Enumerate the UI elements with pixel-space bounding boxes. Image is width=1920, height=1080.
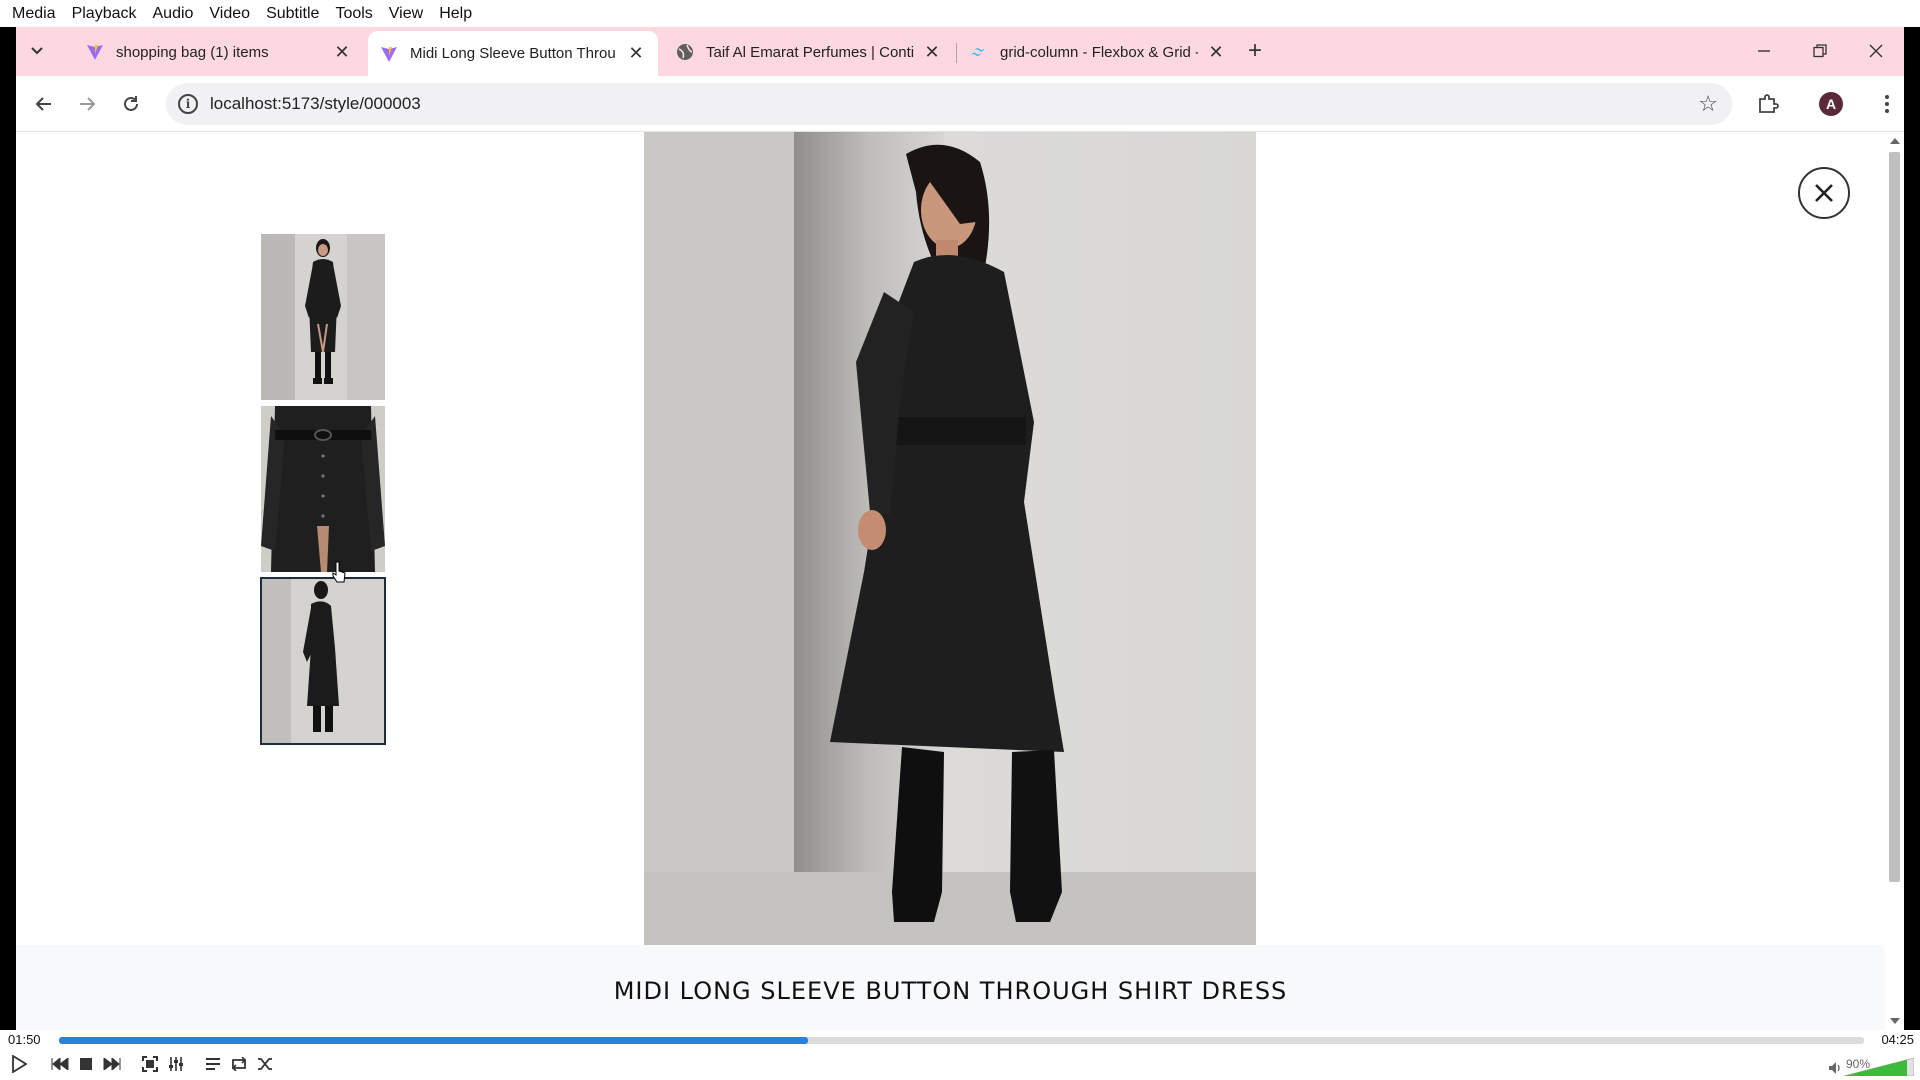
main-product-image <box>644 132 1256 945</box>
product-photo <box>261 406 385 572</box>
product-photo <box>644 132 1256 945</box>
new-tab-button[interactable]: + <box>1243 39 1267 64</box>
seek-bar-progress <box>59 1037 809 1044</box>
fullscreen-button[interactable] <box>139 1053 161 1075</box>
tailwind-icon <box>970 43 988 61</box>
player-menu-bar: Media Playback Audio Video Subtitle Tool… <box>0 0 1920 27</box>
close-icon <box>1869 44 1883 58</box>
info-icon[interactable]: i <box>178 94 198 114</box>
playlist-icon <box>206 1058 220 1070</box>
loop-button[interactable] <box>228 1053 250 1075</box>
tab-taif-perfumes[interactable]: Taif Al Emarat Perfumes | Contir ✕ <box>664 33 954 71</box>
menu-view[interactable]: View <box>381 0 431 27</box>
play-icon <box>12 1055 27 1073</box>
next-button[interactable] <box>101 1053 123 1075</box>
product-lightbox: MIDI LONG SLEEVE BUTTON THROUGH SHIRT DR… <box>16 132 1885 1030</box>
previous-button[interactable] <box>49 1053 71 1075</box>
fullscreen-icon <box>142 1056 158 1072</box>
tab-grid-column[interactable]: grid-column - Flexbox & Grid - ✕ <box>958 33 1238 71</box>
play-button[interactable] <box>6 1053 32 1075</box>
restore-icon <box>1813 44 1827 58</box>
bookmark-star-icon[interactable]: ☆ <box>1698 91 1718 117</box>
menu-tools[interactable]: Tools <box>327 0 380 27</box>
reload-icon <box>124 96 138 111</box>
menu-subtitle[interactable]: Subtitle <box>258 0 327 27</box>
arrow-left-icon <box>35 97 51 111</box>
close-icon[interactable]: ✕ <box>922 42 942 62</box>
minimize-button[interactable] <box>1752 39 1776 63</box>
close-lightbox-button[interactable] <box>1798 167 1850 219</box>
tab-search-button[interactable] <box>26 40 48 62</box>
arrow-right-icon <box>80 97 96 111</box>
reload-button[interactable] <box>117 90 145 118</box>
kebab-menu-icon <box>1885 95 1889 113</box>
seek-bar[interactable] <box>59 1037 1864 1044</box>
equalizer-icon <box>169 1057 183 1071</box>
vite-icon <box>380 45 398 63</box>
scroll-down-icon[interactable] <box>1890 1018 1900 1024</box>
globe-icon <box>676 43 694 61</box>
restore-button[interactable] <box>1808 39 1832 63</box>
window-close-button[interactable] <box>1864 39 1888 63</box>
back-button[interactable] <box>30 90 58 118</box>
time-total: 04:25 <box>1881 1032 1914 1047</box>
address-bar[interactable]: i localhost:5173/style/000003 ☆ <box>166 83 1732 125</box>
close-icon <box>1815 184 1833 202</box>
menu-playback[interactable]: Playback <box>64 0 145 27</box>
skip-forward-icon <box>103 1058 121 1070</box>
extensions-button[interactable] <box>1754 90 1782 118</box>
tab-strip: shopping bag (1) items ✕ Midi Long Sleev… <box>16 27 1904 76</box>
tab-title: Taif Al Emarat Perfumes | Contir <box>706 43 914 61</box>
skip-back-icon <box>51 1058 69 1070</box>
speaker-icon[interactable] <box>1828 1061 1842 1075</box>
browser-menu-button[interactable] <box>1873 90 1901 118</box>
scrollbar-thumb[interactable] <box>1889 152 1900 882</box>
vite-icon <box>86 43 104 61</box>
stop-button[interactable] <box>75 1053 97 1075</box>
tab-midi-dress[interactable]: Midi Long Sleeve Button Throu ✕ <box>368 31 658 76</box>
volume-slider[interactable] <box>1844 1058 1914 1076</box>
thumbnail-3[interactable] <box>260 577 386 745</box>
mouse-cursor-icon <box>332 561 346 583</box>
tab-divider <box>956 43 957 63</box>
page-scrollbar[interactable] <box>1885 132 1904 1030</box>
shuffle-button[interactable] <box>254 1053 276 1075</box>
stop-icon <box>80 1058 92 1070</box>
profile-button[interactable]: A <box>1817 90 1845 118</box>
avatar: A <box>1819 92 1843 116</box>
puzzle-icon <box>1759 94 1779 113</box>
tab-shopping-bag[interactable]: shopping bag (1) items ✕ <box>74 33 364 71</box>
product-photo <box>261 578 385 744</box>
video-frame[interactable]: shopping bag (1) items ✕ Midi Long Sleev… <box>0 27 1920 1030</box>
menu-help[interactable]: Help <box>431 0 480 27</box>
browser-toolbar: i localhost:5173/style/000003 ☆ A <box>16 76 1904 132</box>
minimize-icon <box>1758 50 1770 52</box>
extended-settings-button[interactable] <box>165 1053 187 1075</box>
product-title: MIDI LONG SLEEVE BUTTON THROUGH SHIRT DR… <box>613 977 1288 1005</box>
url-text[interactable]: localhost:5173/style/000003 <box>210 94 421 114</box>
thumbnail-1[interactable] <box>261 234 385 400</box>
playlist-button[interactable] <box>202 1053 224 1075</box>
loop-icon <box>231 1057 247 1071</box>
menu-video[interactable]: Video <box>201 0 258 27</box>
menu-media[interactable]: Media <box>4 0 64 27</box>
player-controls: 01:50 04:25 90% <box>0 1030 1920 1080</box>
thumbnail-2[interactable] <box>261 406 385 572</box>
close-icon[interactable]: ✕ <box>1206 42 1226 62</box>
close-icon[interactable]: ✕ <box>626 43 646 64</box>
scroll-up-icon[interactable] <box>1890 138 1900 144</box>
close-icon[interactable]: ✕ <box>332 42 352 62</box>
time-elapsed: 01:50 <box>8 1032 41 1047</box>
product-photo <box>261 234 385 400</box>
tab-title: grid-column - Flexbox & Grid - <box>1000 43 1198 61</box>
menu-audio[interactable]: Audio <box>145 0 202 27</box>
tab-title: shopping bag (1) items <box>116 43 269 61</box>
shuffle-icon <box>258 1058 272 1070</box>
chevron-down-icon <box>31 47 43 55</box>
forward-button[interactable] <box>73 90 101 118</box>
tab-title: Midi Long Sleeve Button Throu <box>410 45 616 62</box>
